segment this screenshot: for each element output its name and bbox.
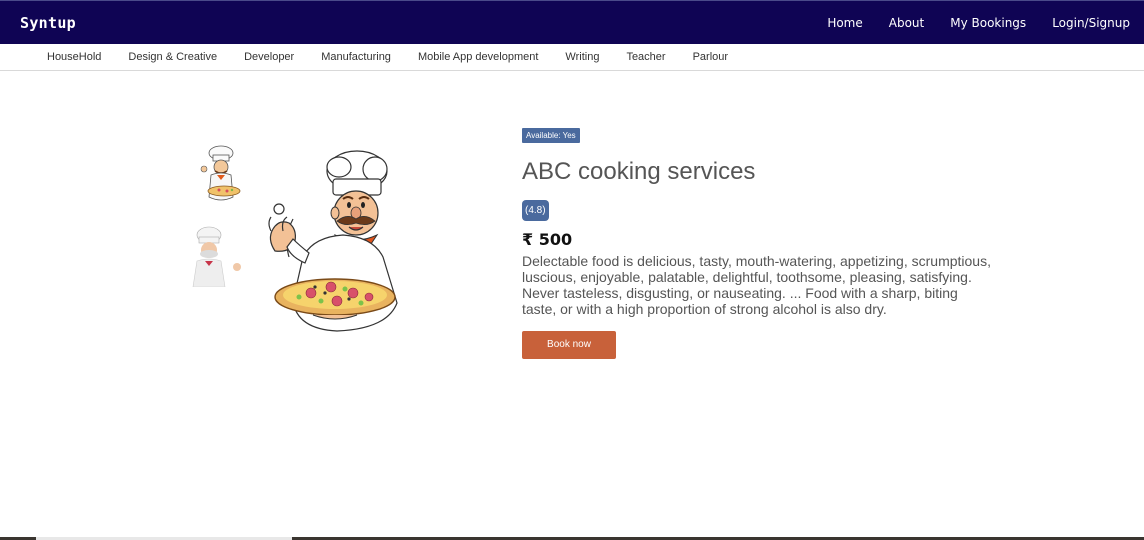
top-navbar: Syntup Home About My Bookings Login/Sign… (0, 0, 1144, 44)
category-parlour[interactable]: Parlour (693, 51, 728, 63)
service-description: Delectable food is delicious, tasty, mou… (522, 253, 991, 317)
availability-badge: Available: Yes (522, 128, 580, 143)
category-household[interactable]: HouseHold (47, 51, 101, 63)
category-design-creative[interactable]: Design & Creative (128, 51, 217, 63)
chef-thumbnail-2[interactable] (191, 225, 245, 287)
thumbnail-list (191, 145, 245, 305)
chef-with-pizza-image (268, 150, 398, 332)
nav-login-signup-link[interactable]: Login/Signup (1052, 16, 1130, 30)
service-details: Available: Yes ABC cooking services (4.8… (522, 125, 992, 359)
rating-badge: (4.8) (522, 200, 549, 221)
category-writing[interactable]: Writing (565, 51, 599, 63)
brand-logo[interactable]: Syntup (20, 14, 76, 32)
category-bar: HouseHold Design & Creative Developer Ma… (0, 44, 1144, 71)
category-mobile-app-development[interactable]: Mobile App development (418, 51, 538, 63)
main-nav: Home About My Bookings Login/Signup (801, 1, 1130, 44)
category-teacher[interactable]: Teacher (626, 51, 665, 63)
category-manufacturing[interactable]: Manufacturing (321, 51, 391, 63)
category-developer[interactable]: Developer (244, 51, 294, 63)
service-price: ₹ 500 (522, 230, 573, 249)
service-title: ABC cooking services (522, 158, 756, 185)
chef-pizza-thumbnail-1[interactable] (191, 145, 245, 207)
book-now-button[interactable]: Book now (522, 331, 616, 359)
nav-home-link[interactable]: Home (827, 16, 862, 30)
nav-my-bookings-link[interactable]: My Bookings (950, 16, 1026, 30)
nav-about-link[interactable]: About (889, 16, 924, 30)
